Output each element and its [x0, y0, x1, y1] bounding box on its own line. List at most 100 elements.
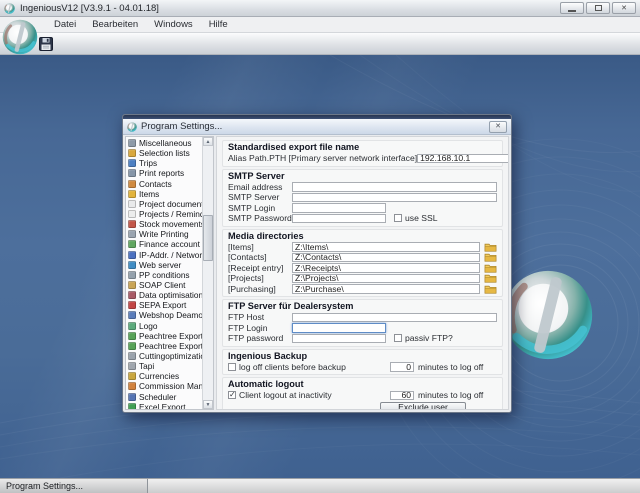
- field-label: [Receipt entry]: [228, 262, 284, 273]
- minutes-suffix-label: minutes to log off: [418, 390, 484, 401]
- email-address-input[interactable]: [292, 182, 497, 192]
- client-logout-at-inactivity-minutes-input[interactable]: [390, 390, 414, 400]
- app-icon: [4, 2, 15, 14]
- projects-browse-button[interactable]: [484, 273, 497, 283]
- projects-input[interactable]: [292, 273, 480, 283]
- logo-image-icon: [128, 321, 136, 330]
- field-label: FTP Login: [228, 322, 268, 333]
- dialog-icon: [127, 121, 137, 132]
- ftp-login-input[interactable]: [292, 323, 386, 333]
- form-row-ftp-login: FTP Login: [228, 323, 497, 334]
- sidebar-item-currencies[interactable]: Currencies: [126, 371, 202, 381]
- menubar: Datei Bearbeiten Windows Hilfe: [0, 17, 640, 33]
- sidebar-scrollbar: ▲ ▼: [202, 137, 213, 409]
- ftp-host-input[interactable]: [292, 312, 497, 322]
- sidebar-item-miscellaneous[interactable]: Miscellaneous: [126, 138, 202, 148]
- scroll-up-button[interactable]: ▲: [203, 137, 213, 146]
- tapi-icon: [128, 362, 136, 371]
- form-row-ftp-password: FTP password passiv FTP?: [228, 333, 497, 344]
- sidebar-item-logo[interactable]: Logo: [126, 321, 202, 331]
- sidebar-item-peachtree-export-1[interactable]: Peachtree Export 1: [126, 331, 202, 341]
- purchasing-input[interactable]: [292, 284, 480, 294]
- save-button[interactable]: [38, 37, 54, 53]
- sidebar-item-write-printing[interactable]: Write Printing: [126, 229, 202, 239]
- sidebar-item-soap-client[interactable]: SOAP Client: [126, 280, 202, 290]
- maximize-button[interactable]: [586, 2, 610, 14]
- minimize-button[interactable]: [560, 2, 584, 14]
- sidebar-item-projects-reminder[interactable]: Projects / Reminder: [126, 209, 202, 219]
- dialog-title: Program Settings...: [141, 121, 223, 132]
- close-button[interactable]: ✕: [612, 2, 636, 14]
- sidebar-item-peachtree-export-2[interactable]: Peachtree Export 2: [126, 341, 202, 351]
- client-logout-at-inactivity-checkbox[interactable]: [228, 390, 236, 400]
- section-title: SMTP Server: [228, 170, 285, 181]
- sidebar-item-data-optimisation[interactable]: Data optimisation: [126, 290, 202, 300]
- form-row-ftp-host: FTP Host: [228, 312, 497, 323]
- sidebar-item-project-documents[interactable]: Project documents: [126, 199, 202, 209]
- purchasing-browse-button[interactable]: [484, 284, 497, 294]
- sidebar-item-label: Cuttingoptimization: [139, 351, 202, 362]
- sidebar-item-items[interactable]: Items: [126, 189, 202, 199]
- data-optimisation-icon: [128, 291, 136, 300]
- sidebar-item-commission-management[interactable]: Commission Management: [126, 381, 202, 391]
- alias-path-pth-primary-server-network-interface-input[interactable]: [417, 153, 508, 163]
- ftp-password-input[interactable]: [292, 333, 386, 343]
- use-ssl-checkbox[interactable]: [394, 214, 402, 223]
- smtp-password-input[interactable]: [292, 213, 386, 223]
- button-row: Exclude user: [228, 401, 497, 409]
- sidebar-item-tapi[interactable]: Tapi: [126, 361, 202, 371]
- sidebar-item-pp-conditions[interactable]: PP conditions: [126, 270, 202, 280]
- trips-icon: [128, 159, 136, 168]
- passiv-ftp-checkbox[interactable]: [394, 334, 402, 343]
- sidebar-item-contacts[interactable]: Contacts: [126, 179, 202, 189]
- menu-item-datei[interactable]: Datei: [46, 17, 84, 32]
- taskbar-tab-program-settings[interactable]: Program Settings...: [0, 479, 148, 493]
- field-label: [Contacts]: [228, 252, 267, 263]
- sidebar-item-scheduler[interactable]: Scheduler: [126, 392, 202, 402]
- receipt-entry-browse-button[interactable]: [484, 263, 497, 273]
- titlebar: IngeniousV12 [V3.9.1 - 04.01.18] ✕: [0, 0, 640, 17]
- passiv-ftp-checkbox-group: passiv FTP?: [394, 333, 453, 343]
- log-off-clients-before-backup-checkbox[interactable]: [228, 362, 236, 371]
- scroll-thumb[interactable]: [203, 215, 213, 261]
- dialog-close-button[interactable]: ✕: [489, 120, 507, 133]
- currencies-icon: [128, 372, 136, 381]
- scheduler-icon: [128, 392, 136, 401]
- field-label: [Projects]: [228, 273, 264, 284]
- minutes-suffix-label: minutes to log off: [418, 361, 484, 372]
- ingenious-sphere-watermark: [504, 271, 592, 359]
- sidebar-item-webshop-deamon[interactable]: Webshop Deamon: [126, 310, 202, 320]
- form-row-smtp-login: SMTP Login: [228, 203, 497, 214]
- field-label: [Purchasing]: [228, 283, 276, 294]
- exclude-user-button[interactable]: Exclude user: [380, 401, 466, 409]
- items-input[interactable]: [292, 242, 480, 252]
- sidebar-item-finance-account-export[interactable]: Finance account export: [126, 239, 202, 249]
- items-browse-button[interactable]: [484, 242, 497, 252]
- minutes-group: minutes to log off: [390, 362, 483, 373]
- sidebar-item-web-server[interactable]: Web server: [126, 260, 202, 270]
- section-smtp-server: SMTP Server Email address SMTP Server SMTP …: [222, 168, 503, 227]
- sidebar-item-trips[interactable]: Trips: [126, 158, 202, 168]
- status-bar: Program Settings...: [0, 478, 640, 493]
- smtp-server-input[interactable]: [292, 192, 497, 202]
- menu-item-hilfe[interactable]: Hilfe: [201, 17, 236, 32]
- sidebar-item-selection-lists[interactable]: Selection lists: [126, 148, 202, 158]
- sidebar-item-stock-movements[interactable]: Stock movements: [126, 219, 202, 229]
- sidebar-item-excel-export[interactable]: Excel Export: [126, 402, 202, 409]
- sidebar-item-ip-addr-network[interactable]: IP-Addr. / Network: [126, 250, 202, 260]
- receipt-entry-input[interactable]: [292, 263, 480, 273]
- peachtree-export-2-icon: [128, 341, 136, 350]
- contacts-browse-button[interactable]: [484, 252, 497, 262]
- contacts-input[interactable]: [292, 252, 480, 262]
- log-off-clients-before-backup-minutes-input[interactable]: [390, 362, 414, 372]
- sidebar-item-print-reports[interactable]: Print reports: [126, 168, 202, 178]
- menu-item-bearbeiten[interactable]: Bearbeiten: [84, 17, 146, 32]
- section-ingenious-backup: Ingenious Backup log off clients before b…: [222, 348, 503, 375]
- dialog-titlebar[interactable]: Program Settings... ✕: [123, 119, 511, 135]
- scroll-down-button[interactable]: ▼: [203, 400, 213, 409]
- smtp-login-input[interactable]: [292, 203, 386, 213]
- sidebar-item-sepa-export[interactable]: SEPA Export: [126, 300, 202, 310]
- menu-item-windows[interactable]: Windows: [146, 17, 201, 32]
- sidebar-item-cuttingoptimization[interactable]: Cuttingoptimization: [126, 351, 202, 361]
- sidebar-item-label: Webshop Deamon: [139, 310, 202, 321]
